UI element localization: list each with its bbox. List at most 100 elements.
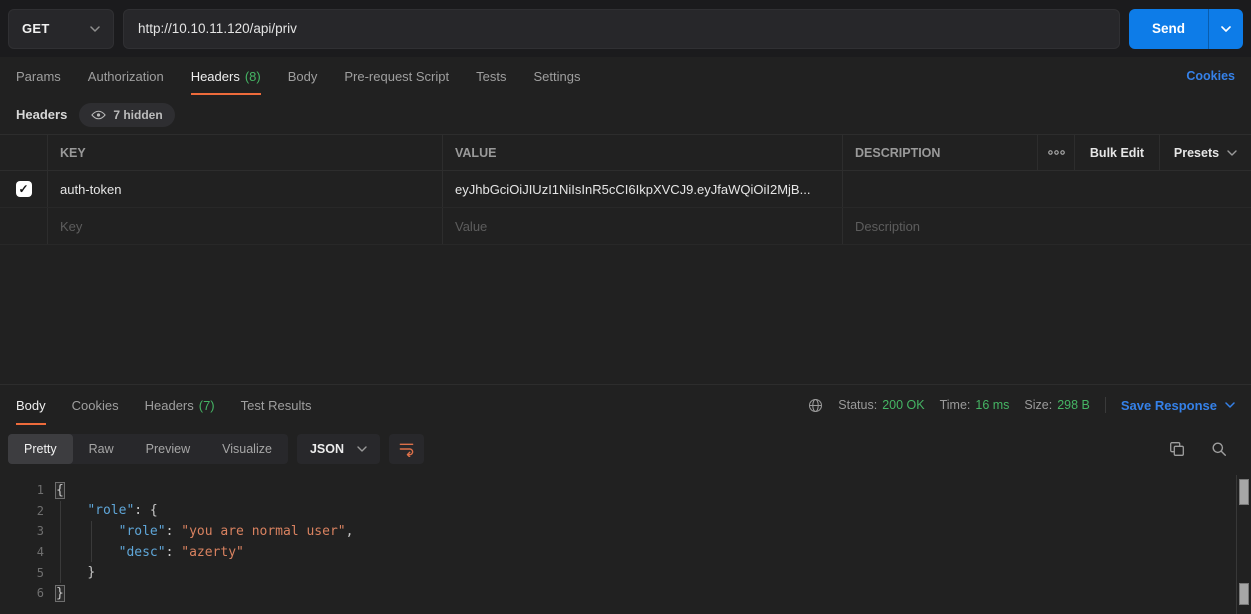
indent-guide [60,501,61,583]
request-bar: GET Send [0,0,1251,57]
header-row-checkbox[interactable] [16,181,32,197]
chevron-down-icon [1221,26,1231,32]
headers-table-header: KEY VALUE DESCRIPTION Bulk Edit Presets [0,134,1251,171]
presets-dropdown[interactable]: Presets [1160,135,1251,170]
response-format-dropdown[interactable]: JSON [297,434,380,464]
wrap-text-button[interactable] [389,434,424,464]
column-header-description: DESCRIPTION [843,135,1038,170]
tab-label: Body [288,69,318,84]
header-row-new [0,208,1251,245]
time-indicator[interactable]: Time: 16 ms [940,398,1010,412]
view-mode-pretty[interactable]: Pretty [8,434,73,464]
code-line: 5 } [0,562,1236,583]
code-text[interactable]: } [56,565,95,580]
headers-table: KEY VALUE DESCRIPTION Bulk Edit Presets … [0,134,1251,245]
header-description-cell[interactable] [843,171,1251,207]
hidden-count-label: 7 hidden [113,108,162,122]
header-value-cell[interactable]: eyJhbGciOiJIUzI1NiIsInR5cCI6IkpXVCJ9.eyJ… [443,171,843,207]
code-line: 1{ [0,480,1236,501]
search-response-button[interactable] [1211,441,1227,457]
send-button[interactable]: Send [1129,9,1208,49]
tab-headers[interactable]: Headers (8) [191,57,261,95]
scrollbar-thumb[interactable] [1239,479,1249,505]
tab-label: Headers [191,69,240,84]
chevron-down-icon [1225,402,1235,408]
bulk-edit-button[interactable]: Bulk Edit [1075,135,1160,170]
tab-label: Body [16,398,46,413]
search-icon [1211,441,1227,457]
response-viewer-toolbar: Pretty Raw Preview Visualize JSON [0,429,1251,469]
tab-tests[interactable]: Tests [476,57,506,95]
code-text[interactable]: "desc": "azerty" [56,545,244,560]
send-options-button[interactable] [1208,9,1243,49]
new-value-cell [443,208,843,244]
size-value: 298 B [1057,398,1090,412]
tab-label: Headers [145,398,194,413]
response-tab-test-results[interactable]: Test Results [241,385,312,425]
save-response-button[interactable]: Save Response [1121,398,1235,413]
more-options-button[interactable] [1038,135,1075,170]
hidden-headers-toggle[interactable]: 7 hidden [79,103,174,127]
wrap-text-icon [398,441,415,457]
line-number: 4 [0,545,44,559]
url-input[interactable] [138,21,1105,36]
cookies-link[interactable]: Cookies [1186,69,1235,83]
new-value-input[interactable] [455,219,830,234]
code-line: 4 "desc": "azerty" [0,542,1236,563]
response-meta: Status: 200 OK Time: 16 ms Size: 298 B S… [808,385,1235,425]
line-number: 1 [0,483,44,497]
select-all-column [0,135,48,170]
response-headers-count-badge: (7) [199,398,215,413]
view-mode-raw[interactable]: Raw [73,434,130,464]
response-scrollbar[interactable] [1236,475,1251,614]
indent-guide [91,521,92,562]
response-tab-body[interactable]: Body [16,385,46,425]
response-tab-headers[interactable]: Headers (7) [145,385,215,425]
view-mode-preview[interactable]: Preview [130,434,206,464]
code-text[interactable]: } [56,586,64,601]
tab-params[interactable]: Params [16,57,61,95]
size-indicator[interactable]: Size: 298 B [1024,398,1089,412]
copy-response-button[interactable] [1169,441,1185,457]
response-format-label: JSON [310,442,344,456]
divider [1105,397,1106,413]
response-body-viewer[interactable]: 1{2 "role": {3 "role": "you are normal u… [0,475,1236,614]
new-key-input[interactable] [60,219,430,234]
tab-label: Cookies [72,398,119,413]
tab-label: Params [16,69,61,84]
new-description-cell [843,208,1251,244]
response-tab-cookies[interactable]: Cookies [72,385,119,425]
headers-section-title: Headers [16,107,67,122]
header-key-text: auth-token [60,182,121,197]
tab-pre-request-script[interactable]: Pre-request Script [344,57,449,95]
header-row-auth-token: auth-token eyJhbGciOiJIUzI1NiIsInR5cCI6I… [0,171,1251,208]
code-text[interactable]: "role": { [56,503,158,518]
new-key-cell [48,208,443,244]
viewer-actions [1169,441,1243,457]
header-key-cell[interactable]: auth-token [48,171,443,207]
new-description-input[interactable] [855,219,1239,234]
time-label: Time: [940,398,971,412]
method-select[interactable]: GET [8,9,114,49]
tab-body[interactable]: Body [288,57,318,95]
line-number: 2 [0,504,44,518]
globe-icon [808,398,823,413]
time-value: 16 ms [975,398,1009,412]
scrollbar-thumb[interactable] [1239,583,1249,605]
line-number: 3 [0,524,44,538]
tab-authorization[interactable]: Authorization [88,57,164,95]
code-text[interactable]: "role": "you are normal user", [56,524,353,539]
code-lines: 1{2 "role": {3 "role": "you are normal u… [0,475,1236,604]
tab-settings[interactable]: Settings [533,57,580,95]
status-indicator[interactable]: Status: 200 OK [838,398,924,412]
code-line: 6} [0,583,1236,604]
column-header-key: KEY [48,135,443,170]
url-field-container [123,9,1120,49]
view-mode-switcher: Pretty Raw Preview Visualize [8,434,288,464]
view-mode-visualize[interactable]: Visualize [206,434,288,464]
tab-label: Tests [476,69,506,84]
tab-label: Authorization [88,69,164,84]
send-button-group: Send [1129,9,1243,49]
code-text[interactable]: { [56,483,64,498]
presets-label: Presets [1174,146,1219,160]
